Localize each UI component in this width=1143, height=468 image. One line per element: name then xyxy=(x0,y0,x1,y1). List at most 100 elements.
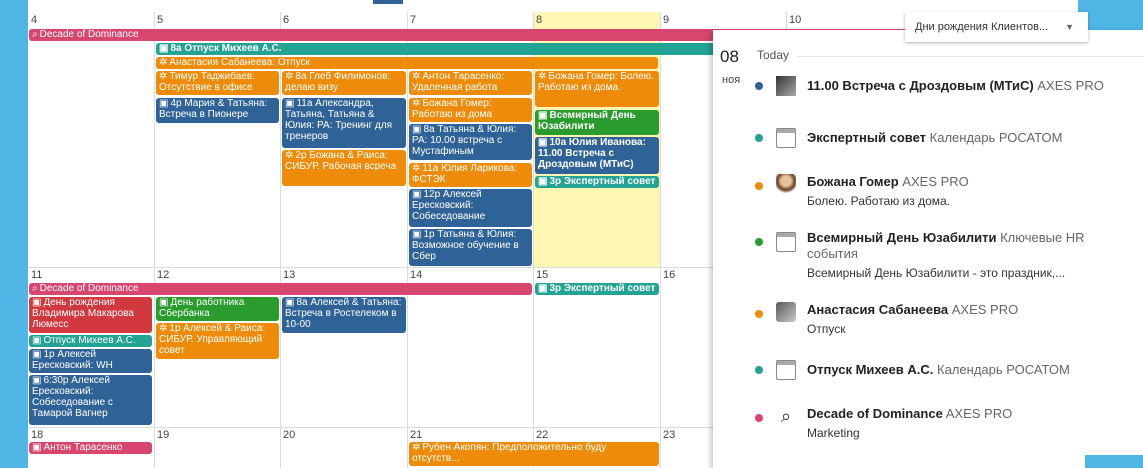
agenda-description: Отпуск xyxy=(807,322,846,336)
dropdown-label: Дни рождения Клиентов... xyxy=(915,21,1049,33)
background-edge xyxy=(1085,455,1143,468)
calendar-icon: ▣ xyxy=(32,349,42,360)
event-decade-of-dominance[interactable]: ⌕ Decade of Dominance xyxy=(29,283,532,295)
avatar-icon xyxy=(776,302,796,322)
calendar-filter-dropdown[interactable]: Дни рождения Клиентов... ▼ xyxy=(905,12,1088,42)
event-gleb[interactable]: ✲ 8a Глеб Филимонов: делаю визу xyxy=(282,71,406,95)
calendar-icon: ▣ xyxy=(412,124,422,135)
calendar-icon: ▣ xyxy=(285,98,295,109)
agenda-title: Экспертный совет xyxy=(807,130,927,145)
calendar-icon: ▣ xyxy=(159,98,169,109)
event-bozhana-w1[interactable]: ✲ Божана Гомер: Работаю из дома xyxy=(409,98,532,122)
calendar-icon: ▣ xyxy=(538,176,548,187)
agenda-day: 08 xyxy=(720,47,739,66)
day-number[interactable]: 16 xyxy=(663,269,675,281)
day-number[interactable]: 14 xyxy=(410,269,422,281)
person-icon: ✲ xyxy=(159,323,168,334)
agenda-source: AXES PRO xyxy=(951,302,1019,317)
day-number[interactable]: 12 xyxy=(157,269,169,281)
event-aleksey-raisa[interactable]: ✲ 1p Алексей & Раиса: СИБУР. Управляющий … xyxy=(156,323,279,359)
agenda-title: Божана Гомер xyxy=(807,174,899,189)
day-number[interactable]: 4 xyxy=(31,14,37,26)
event-tatyana-1p[interactable]: ▣ 1p Татьяна & Юлия: Возможное обучение в… xyxy=(409,229,532,266)
gift-icon: ▣ xyxy=(32,442,42,453)
event-mariya[interactable]: ▣ 4p Мария & Татьяна: Встреча в Пионере xyxy=(156,98,279,123)
day-number[interactable]: 11 xyxy=(31,269,42,281)
calendar-icon: ▣ xyxy=(159,43,169,54)
event-usability[interactable]: ▣ Всемирный День Юзабилити xyxy=(535,110,659,135)
event-aleksey-12p[interactable]: ▣ 12p Алексей Ересковский: Собеседование xyxy=(409,189,532,227)
person-icon: ✲ xyxy=(285,150,294,161)
agenda-description: Всемирный День Юзабилити - это праздник,… xyxy=(807,266,1066,280)
search-icon: ⌕ xyxy=(780,406,792,426)
day-number[interactable]: 6 xyxy=(283,14,289,26)
avatar-icon xyxy=(776,76,796,96)
event-expert-8[interactable]: ▣ 3p Экспертный совет xyxy=(535,176,659,188)
agenda-title: Отпуск Михеев А.С. xyxy=(807,362,934,377)
event-aleksey-630[interactable]: ▣ 6:30p Алексей Ересковский: Собеседовани… xyxy=(29,375,152,425)
calendar-icon: ▣ xyxy=(538,283,548,294)
day-number[interactable]: 19 xyxy=(157,429,169,441)
event-sberbank[interactable]: ▣ День работника Сбербанка xyxy=(156,297,279,321)
day-number[interactable]: 13 xyxy=(283,269,295,281)
today-label: Today xyxy=(757,48,790,62)
agenda-month: ноя xyxy=(722,74,741,86)
calendar-icon: ▣ xyxy=(538,110,548,121)
day-number[interactable]: 21 xyxy=(410,429,422,441)
day-number[interactable]: 9 xyxy=(663,14,669,26)
agenda-description: Болею. Работаю из дома. xyxy=(807,194,951,208)
day-number[interactable]: 5 xyxy=(157,14,163,26)
day-number[interactable]: 20 xyxy=(283,429,295,441)
person-icon: ✲ xyxy=(412,163,421,174)
calendar-icon: ▣ xyxy=(32,375,42,386)
color-dot xyxy=(755,310,763,318)
agenda-source: AXES PRO xyxy=(945,406,1013,421)
event-anton-w1[interactable]: ✲ Антон Тарасенко: Удаленная работа xyxy=(409,71,532,95)
event-aleksey-tatyana[interactable]: ▣ 8a Алексей & Татьяна: Встреча в Ростеле… xyxy=(282,297,406,333)
person-icon: ✲ xyxy=(285,71,294,82)
day-number[interactable]: 7 xyxy=(410,14,416,26)
grid-line xyxy=(407,12,408,468)
event-yulia-larikova[interactable]: ✲ 11a Юлия Ларикова: ФСТЭК xyxy=(409,163,532,187)
search-icon: ⌕ xyxy=(32,283,38,294)
event-yulia-ivanova[interactable]: ▣ 10a Юлия Иванова: 11.00 Встреча с Дрозд… xyxy=(535,137,659,174)
day-number[interactable]: 8 xyxy=(536,14,542,26)
event-aleksey-wh[interactable]: ▣ 1p Алексей Ересковский: WH xyxy=(29,349,152,373)
event-anton-18[interactable]: ▣ Антон Тарасенко xyxy=(29,442,152,454)
day-number[interactable]: 23 xyxy=(663,429,675,441)
grid-line xyxy=(280,12,281,468)
person-icon: ✲ xyxy=(538,71,547,82)
today-divider xyxy=(797,56,1143,57)
event-ruben[interactable]: ✲ Рубен Акопян: Предположительно буду отс… xyxy=(409,442,659,466)
calendar-icon: ▣ xyxy=(412,189,422,200)
agenda-title: Decade of Dominance xyxy=(807,406,943,421)
grid-line xyxy=(660,12,661,468)
calendar-icon: ▣ xyxy=(32,335,42,346)
agenda-title: Анастасия Сабанеева xyxy=(807,302,949,317)
event-birthday[interactable]: ▣ День рождения Владимира Макарова Люмесс xyxy=(29,297,152,333)
event-bozhana-8[interactable]: ✲ Божана Гомер: Болею. Работаю из дома. xyxy=(535,71,659,107)
event-timur[interactable]: ✲ Тимур Таджибаев: Отсутствие в офисе xyxy=(156,71,279,95)
calendar-icon: ▣ xyxy=(285,297,295,308)
day-number[interactable]: 15 xyxy=(536,269,548,281)
event-otpusk-w2[interactable]: ▣ Отпуск Михеев А.С. xyxy=(29,335,152,347)
event-anastasia[interactable]: ✲ Анастасия Сабанеева: Отпуск xyxy=(156,57,658,69)
agenda-panel: 08 ноя Today 11.00 Встреча с Дроздовым (… xyxy=(713,30,1143,468)
event-bozhana-raisa[interactable]: ✲ 2p Божана & Раиса: СИБУР. Рабочая всреч… xyxy=(282,150,406,186)
calendar-icon xyxy=(776,232,796,252)
agenda-source-cont: события xyxy=(807,246,858,261)
avatar-icon xyxy=(776,174,796,194)
event-expert-15[interactable]: ▣ 3p Экспертный совет xyxy=(535,283,659,295)
agenda-source: Ключевые HR xyxy=(1000,230,1085,245)
day-number[interactable]: 18 xyxy=(31,429,43,441)
day-number[interactable]: 10 xyxy=(789,14,801,26)
agenda-source: AXES PRO xyxy=(902,174,969,189)
day-number[interactable]: 22 xyxy=(536,429,548,441)
agenda-title: 11.00 Встреча с Дроздовым (МТиС) xyxy=(807,78,1034,93)
event-alexandra[interactable]: ▣ 11a Александра, Татьяна, Татьяна & Юлия… xyxy=(282,98,406,148)
person-icon: ✲ xyxy=(412,442,421,453)
agenda-title: Всемирный День Юзабилити xyxy=(807,230,997,245)
grid-line xyxy=(533,12,534,468)
color-dot xyxy=(755,238,763,246)
event-tatyana-yulia[interactable]: ▣ 8a Татьяна & Юлия: РА: 10.00 встреча с … xyxy=(409,124,532,160)
